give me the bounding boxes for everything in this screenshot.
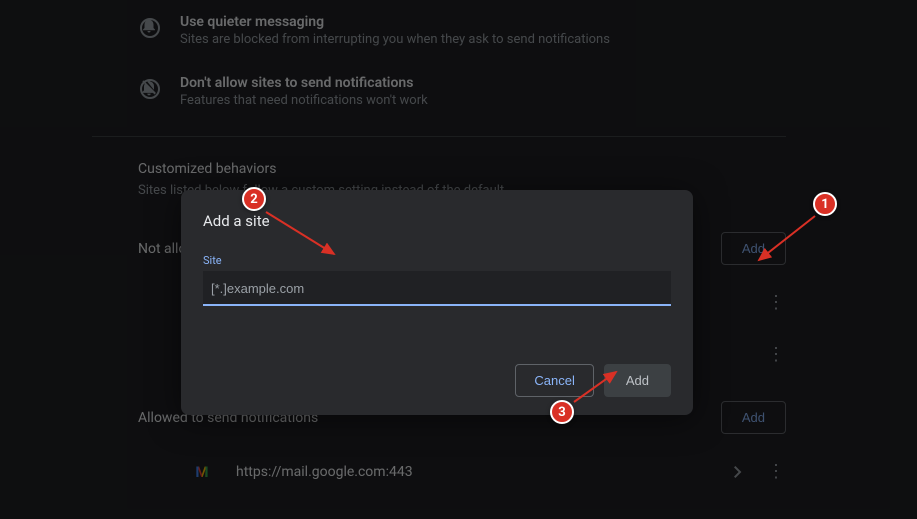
add-button[interactable]: Add (604, 364, 671, 397)
add-site-dialog: Add a site Site Cancel Add (181, 190, 693, 415)
site-field-label: Site (203, 254, 671, 267)
annotation-badge-3: 3 (550, 400, 574, 424)
dialog-actions: Cancel Add (203, 364, 671, 397)
site-input[interactable] (203, 271, 671, 306)
cancel-button[interactable]: Cancel (515, 364, 593, 397)
dialog-title: Add a site (203, 212, 671, 230)
annotation-badge-2: 2 (242, 187, 266, 211)
site-field-wrap (203, 271, 671, 306)
settings-page: Use quieter messaging Sites are blocked … (0, 0, 917, 519)
annotation-badge-1: 1 (813, 192, 837, 216)
